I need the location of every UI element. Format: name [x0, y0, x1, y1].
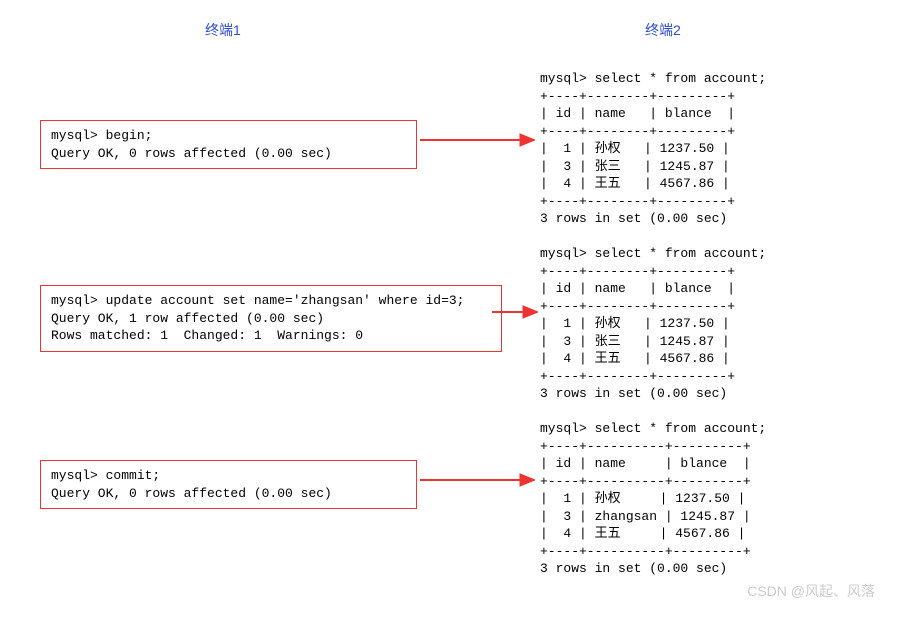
arrow-2-icon — [492, 302, 538, 322]
document-page: 终端1 终端2 mysql> begin; Query OK, 0 rows a… — [20, 20, 885, 603]
query1-output: mysql> select * from account; +----+----… — [540, 70, 766, 228]
arrow-1-icon — [420, 130, 535, 150]
query3-output: mysql> select * from account; +----+----… — [540, 420, 766, 578]
commit-command-box: mysql> commit; Query OK, 0 rows affected… — [40, 460, 417, 509]
terminal2-header: 终端2 — [645, 20, 681, 40]
arrow-3-icon — [420, 470, 535, 490]
update-command-box: mysql> update account set name='zhangsan… — [40, 285, 502, 352]
terminal1-header: 终端1 — [205, 20, 241, 40]
watermark-text: CSDN @风起、风落 — [747, 581, 875, 601]
query2-output: mysql> select * from account; +----+----… — [540, 245, 766, 403]
begin-command-box: mysql> begin; Query OK, 0 rows affected … — [40, 120, 417, 169]
